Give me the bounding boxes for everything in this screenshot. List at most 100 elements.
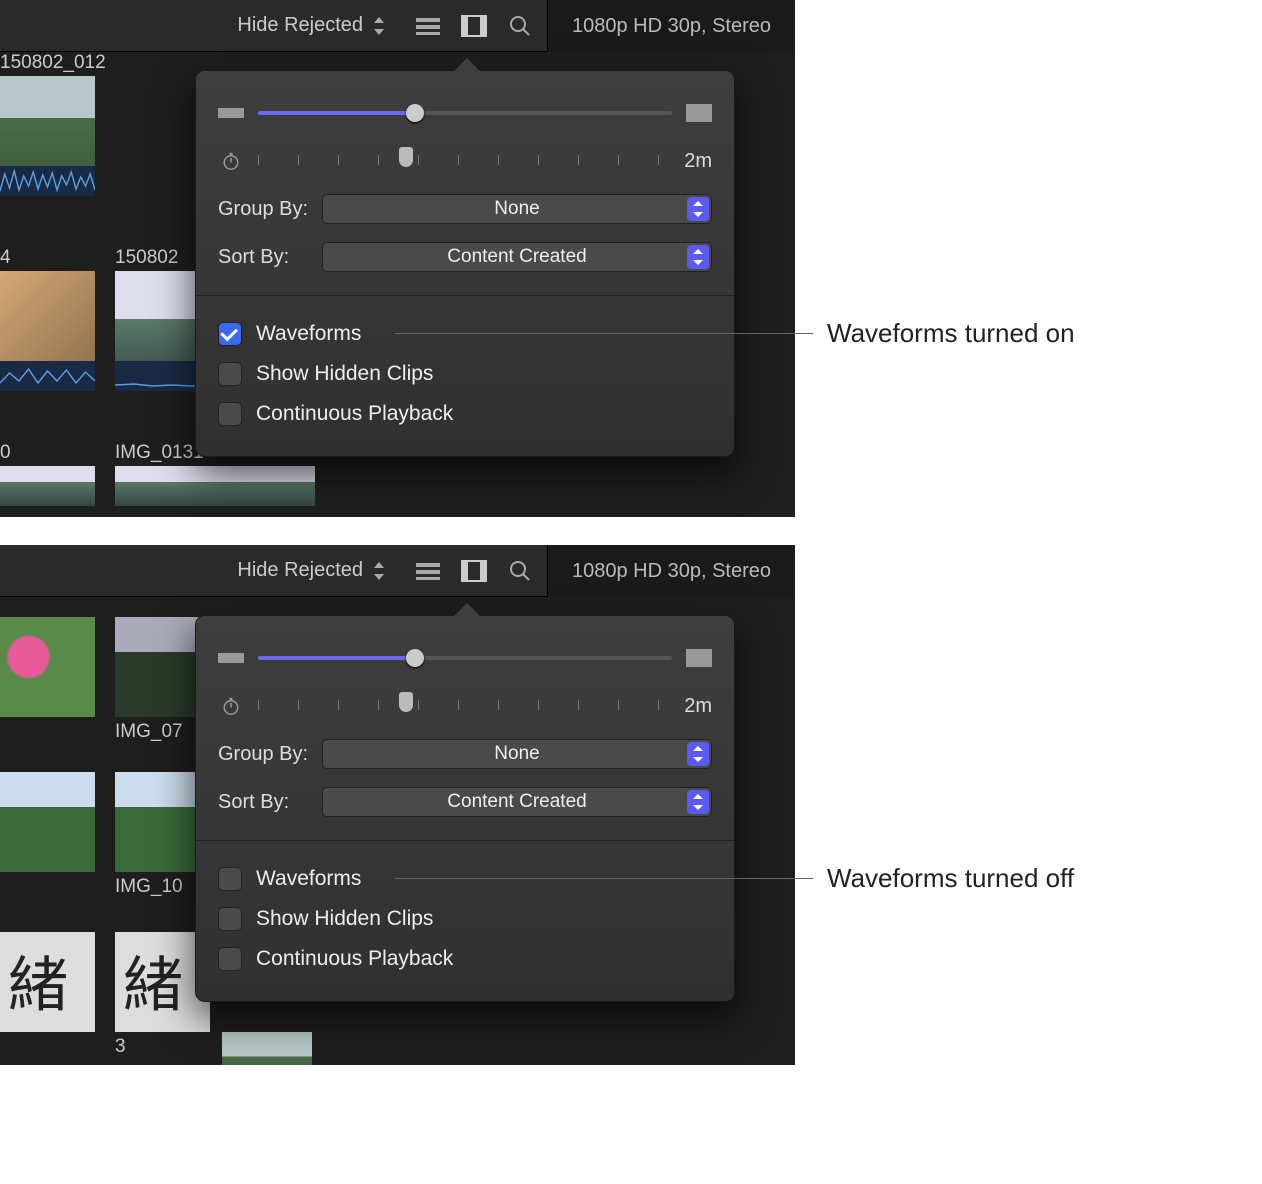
thumbnail-image xyxy=(0,617,95,717)
sort-by-select[interactable]: Content Created xyxy=(322,242,712,272)
clip-label: 4 xyxy=(0,247,95,269)
continuous-label: Continuous Playback xyxy=(256,947,453,971)
group-by-value: None xyxy=(494,743,539,765)
clip-thumbnail[interactable] xyxy=(222,1032,312,1065)
thumbnail-image xyxy=(115,466,315,506)
group-by-select[interactable]: None xyxy=(322,739,712,769)
group-by-label: Group By: xyxy=(218,198,310,221)
callout-text: Waveforms turned on xyxy=(827,318,1075,349)
waveforms-label: Waveforms xyxy=(256,867,361,891)
thumbnail-image xyxy=(0,772,95,872)
clip-thumbnail[interactable]: 150802_012 xyxy=(0,52,95,196)
continuous-row: Continuous Playback xyxy=(218,394,712,434)
clip-appearance-popover: 2m Group By: None Sort By: Content Creat… xyxy=(195,615,735,1002)
clip-appearance-icon[interactable] xyxy=(459,11,489,41)
sort-by-row: Sort By: Content Created xyxy=(218,237,712,277)
clip-filter-menu[interactable]: Hide Rejected xyxy=(237,14,387,37)
waveform-strip xyxy=(0,166,95,196)
hidden-clips-checkbox[interactable] xyxy=(218,907,242,931)
divider xyxy=(196,840,734,841)
callout-waveforms-on: Waveforms turned on xyxy=(395,318,1075,349)
continuous-label: Continuous Playback xyxy=(256,402,453,426)
stopwatch-icon xyxy=(218,152,244,170)
list-view-icon[interactable] xyxy=(413,556,443,586)
group-by-row: Group By: None xyxy=(218,734,712,774)
waveforms-checkbox[interactable] xyxy=(218,322,242,346)
hidden-clips-label: Show Hidden Clips xyxy=(256,362,433,386)
search-icon[interactable] xyxy=(505,556,535,586)
clip-thumbnail[interactable]: 0 xyxy=(0,442,95,506)
stepper-icon xyxy=(687,790,709,814)
duration-slider-row: 2m xyxy=(218,141,712,181)
continuous-row: Continuous Playback xyxy=(218,939,712,979)
thumbnail-image xyxy=(222,1032,312,1065)
leader-line xyxy=(395,333,813,334)
duration-slider[interactable] xyxy=(258,696,658,716)
clip-thumbnail[interactable] xyxy=(0,772,95,872)
screenshot-waveforms-on: Hide Rejected 1080p HD 30p, Stereo 1 150… xyxy=(0,0,795,517)
clip-appearance-icon[interactable] xyxy=(459,556,489,586)
sort-by-label: Sort By: xyxy=(218,791,310,814)
zoom-slider[interactable] xyxy=(258,656,672,660)
viewer-format-info: 1080p HD 30p, Stereo xyxy=(547,545,795,597)
duration-slider-row: 2m xyxy=(218,686,712,726)
hidden-clips-label: Show Hidden Clips xyxy=(256,907,433,931)
search-icon[interactable] xyxy=(505,11,535,41)
viewer-format-info: 1080p HD 30p, Stereo xyxy=(547,0,795,52)
clip-filter-label: Hide Rejected xyxy=(237,559,363,582)
sort-by-row: Sort By: Content Created xyxy=(218,782,712,822)
updown-icon xyxy=(371,15,387,37)
duration-slider[interactable] xyxy=(258,151,658,171)
waveforms-label: Waveforms xyxy=(256,322,361,346)
duration-value: 2m xyxy=(672,150,712,173)
large-filmstrip-icon xyxy=(686,104,712,122)
sort-by-value: Content Created xyxy=(447,246,586,268)
thumbnail-image xyxy=(0,76,95,196)
clip-appearance-popover: 2m Group By: None Sort By: Content Creat… xyxy=(195,70,735,457)
callout-waveforms-off: Waveforms turned off xyxy=(395,863,1074,894)
duration-value: 2m xyxy=(672,695,712,718)
group-by-select[interactable]: None xyxy=(322,194,712,224)
group-by-value: None xyxy=(494,198,539,220)
hidden-clips-checkbox[interactable] xyxy=(218,362,242,386)
divider xyxy=(196,295,734,296)
waveforms-checkbox[interactable] xyxy=(218,867,242,891)
clip-thumbnail[interactable] xyxy=(0,932,95,1032)
thumbnail-image xyxy=(0,932,95,1032)
clip-thumbnail[interactable] xyxy=(0,617,95,717)
thumbnail-image xyxy=(0,466,95,506)
clip-label: 0 xyxy=(0,442,95,464)
viewer-format-text: 1080p HD 30p, Stereo xyxy=(572,560,771,583)
list-view-icon[interactable] xyxy=(413,11,443,41)
stepper-icon xyxy=(687,742,709,766)
continuous-checkbox[interactable] xyxy=(218,402,242,426)
stepper-icon xyxy=(687,197,709,221)
clip-thumbnail[interactable]: 4 xyxy=(0,247,95,391)
sort-by-label: Sort By: xyxy=(218,246,310,269)
zoom-slider-row xyxy=(218,638,712,678)
sort-by-select[interactable]: Content Created xyxy=(322,787,712,817)
waveform-strip xyxy=(0,361,95,391)
zoom-slider[interactable] xyxy=(258,111,672,115)
clip-filter-label: Hide Rejected xyxy=(237,14,363,37)
group-by-row: Group By: None xyxy=(218,189,712,229)
group-by-label: Group By: xyxy=(218,743,310,766)
sort-by-value: Content Created xyxy=(447,791,586,813)
callout-text: Waveforms turned off xyxy=(827,863,1074,894)
leader-line xyxy=(395,878,813,879)
continuous-checkbox[interactable] xyxy=(218,947,242,971)
hidden-clips-row: Show Hidden Clips xyxy=(218,354,712,394)
hidden-clips-row: Show Hidden Clips xyxy=(218,899,712,939)
zoom-slider-row xyxy=(218,93,712,133)
large-filmstrip-icon xyxy=(686,649,712,667)
clip-label: 3 xyxy=(115,1036,210,1058)
updown-icon xyxy=(371,560,387,582)
stopwatch-icon xyxy=(218,697,244,715)
small-filmstrip-icon xyxy=(218,104,244,122)
stepper-icon xyxy=(687,245,709,269)
clip-label: 150802_012 xyxy=(0,52,95,74)
small-filmstrip-icon xyxy=(218,649,244,667)
screenshot-waveforms-off: Hide Rejected 1080p HD 30p, Stereo IMG_0… xyxy=(0,545,795,1065)
viewer-format-text: 1080p HD 30p, Stereo xyxy=(572,15,771,38)
clip-filter-menu[interactable]: Hide Rejected xyxy=(237,559,387,582)
